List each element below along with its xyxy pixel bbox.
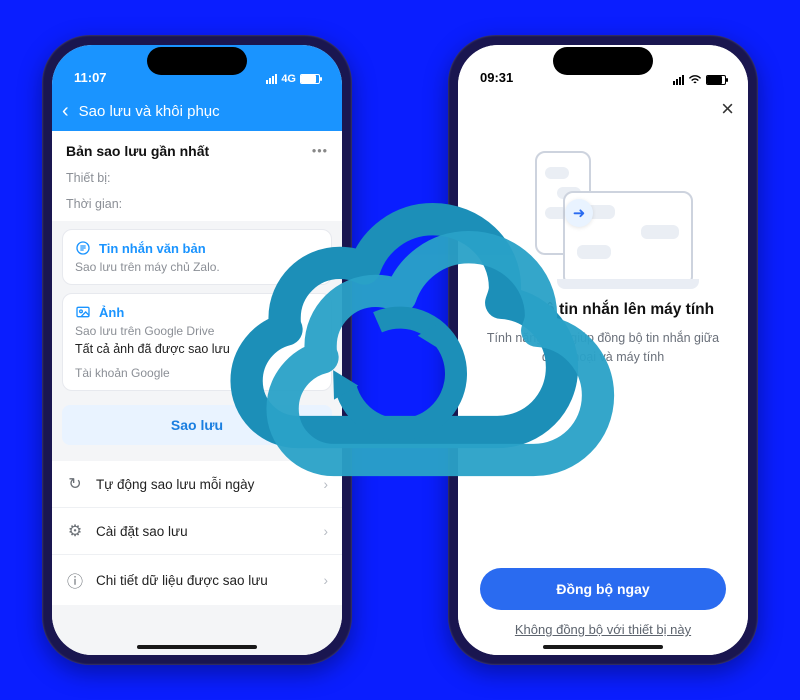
section-title: Bản sao lưu gần nhất	[66, 143, 209, 159]
more-icon[interactable]: •••	[312, 144, 328, 158]
info-icon: ⓘ	[66, 568, 84, 592]
device-row: Thiết bị:	[52, 169, 342, 195]
signal-icon	[266, 74, 277, 84]
card-sub: Sao lưu trên Google Drive	[75, 324, 319, 338]
chat-icon	[75, 240, 91, 256]
battery-icon	[706, 75, 726, 85]
phone-sync-prompt: 09:31 × ➜	[448, 35, 758, 665]
network-label: 4G	[281, 73, 296, 85]
notch	[553, 47, 653, 75]
image-icon	[75, 304, 91, 320]
option-backup-settings[interactable]: ⚙ Cài đặt sao lưu ›	[52, 507, 342, 554]
refresh-icon: ↻	[66, 474, 84, 494]
card-sub: Sao lưu trên máy chủ Zalo.	[75, 260, 319, 274]
screen-left: 11:07 4G ‹ Sao lưu và khôi phục Bản sao …	[52, 45, 342, 655]
card-title: Tin nhắn văn bản	[99, 241, 206, 256]
page-title: Sao lưu và khôi phục	[79, 103, 220, 120]
card-text-messages[interactable]: Tin nhắn văn bản Sao lưu trên máy chủ Za…	[62, 229, 332, 285]
card-title: Ảnh	[99, 305, 124, 320]
sync-now-button[interactable]: Đồng bộ ngay	[480, 568, 726, 610]
back-icon[interactable]: ‹	[62, 100, 69, 123]
backup-button[interactable]: Sao lưu	[62, 405, 332, 445]
section-header: Bản sao lưu gần nhất •••	[52, 131, 342, 169]
app-topbar: ‹ Sao lưu và khôi phục	[52, 91, 342, 131]
content-area: Bản sao lưu gần nhất ••• Thiết bị: Thời …	[52, 131, 342, 655]
status-time: 09:31	[480, 70, 513, 85]
status-time: 11:07	[74, 70, 107, 85]
home-indicator[interactable]	[137, 645, 257, 649]
home-indicator[interactable]	[543, 645, 663, 649]
gear-icon: ⚙	[66, 521, 84, 541]
card-photos[interactable]: Ảnh Sao lưu trên Google Drive Tất cả ảnh…	[62, 293, 332, 391]
notch	[147, 47, 247, 75]
google-account-label: Tài khoản Google	[75, 366, 319, 380]
skip-sync-link[interactable]: Không đồng bộ với thiết bị này	[515, 622, 691, 637]
arrow-right-icon: ➜	[565, 199, 593, 227]
status-indicators: 4G	[266, 73, 320, 85]
sync-subtitle: Tính năng này giúp đồng bộ tin nhắn giữa…	[480, 329, 726, 367]
content-area: ➜ Đồng bộ tin nhắn lên máy tính Tính năn…	[458, 127, 748, 655]
option-auto-backup[interactable]: ↻ Tự động sao lưu mỗi ngày ›	[52, 461, 342, 507]
chevron-right-icon: ›	[324, 573, 329, 588]
sync-title: Đồng bộ tin nhắn lên máy tính	[492, 301, 714, 319]
time-row: Thời gian:	[52, 195, 342, 221]
close-icon[interactable]: ×	[721, 96, 734, 122]
chevron-right-icon: ›	[324, 477, 329, 492]
phone-backup-restore: 11:07 4G ‹ Sao lưu và khôi phục Bản sao …	[42, 35, 352, 665]
wifi-icon	[688, 75, 702, 85]
signal-icon	[673, 75, 684, 85]
chevron-right-icon: ›	[324, 524, 329, 539]
sync-illustration: ➜	[513, 143, 693, 283]
card-line: Tất cả ảnh đã được sao lưu	[75, 342, 319, 356]
modal-topbar: ×	[458, 91, 748, 127]
battery-icon	[300, 74, 320, 84]
option-backup-details[interactable]: ⓘ Chi tiết dữ liệu được sao lưu ›	[52, 554, 342, 605]
options-list: ↻ Tự động sao lưu mỗi ngày › ⚙ Cài đặt s…	[52, 461, 342, 605]
screen-right: 09:31 × ➜	[458, 45, 748, 655]
status-indicators	[673, 75, 726, 85]
